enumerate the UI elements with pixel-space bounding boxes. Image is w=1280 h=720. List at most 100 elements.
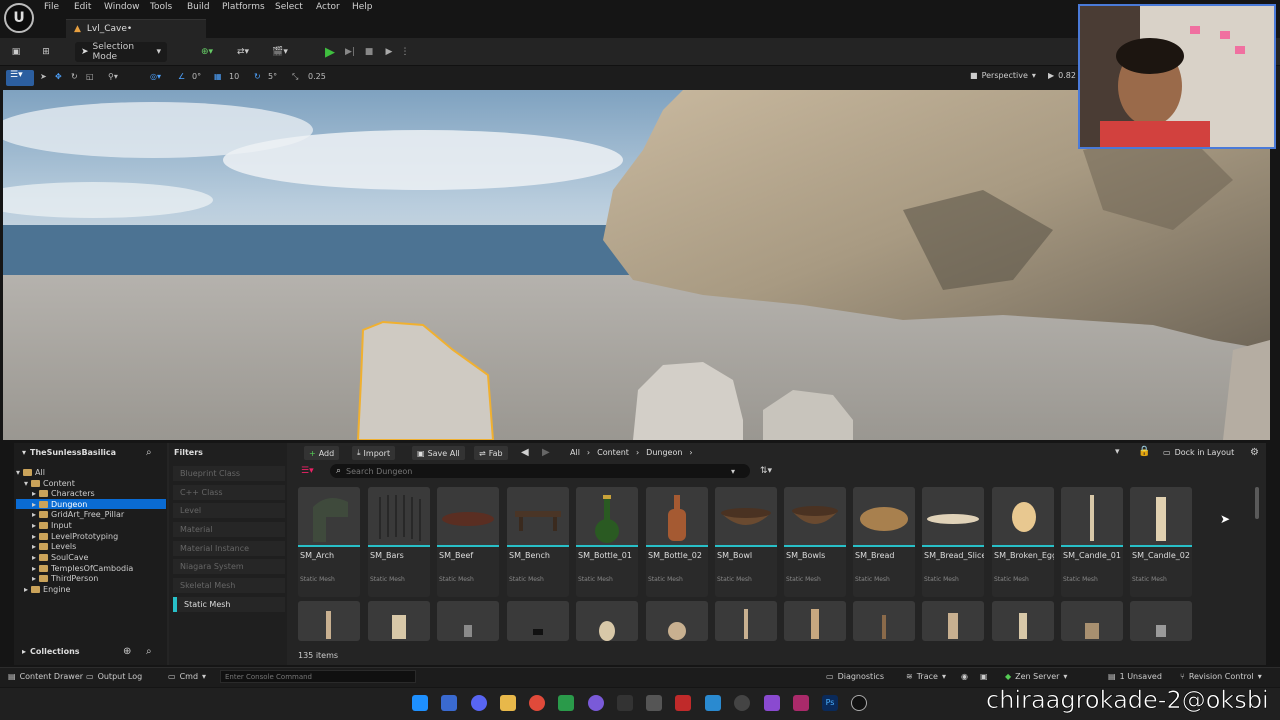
menu-platforms[interactable]: Platforms [222, 2, 265, 12]
diagnostics-button[interactable]: ▭ Diagnostics [826, 672, 884, 681]
asset-tile[interactable] [646, 601, 708, 641]
tree-item-levelprototyping[interactable]: ▸ LevelPrototyping [32, 531, 182, 541]
asset-tile[interactable] [922, 601, 984, 641]
asset-tile[interactable] [437, 601, 499, 641]
world-space-icon[interactable]: ◎▾ [150, 72, 161, 81]
search-box[interactable]: ⌕ ▾ [330, 464, 750, 478]
scale-snap-icon[interactable]: ⤡ [292, 72, 298, 82]
blueprint-icon[interactable]: ⇄▾ [230, 42, 256, 62]
asset-tile[interactable]: SM_Bottle_02 Static Mesh [646, 487, 708, 597]
rotate-tool-icon[interactable]: ↻ [71, 72, 78, 81]
tree-item-engine[interactable]: ▸ Engine [24, 584, 174, 594]
asset-tile[interactable] [368, 601, 430, 641]
filter-material-instance[interactable]: Material Instance [173, 541, 285, 556]
filter-level[interactable]: Level [173, 503, 285, 518]
app-icon[interactable] [734, 695, 750, 711]
unreal-icon[interactable] [851, 695, 867, 711]
camera-speed[interactable]: ▶ 0.82 [1048, 71, 1076, 80]
filter-cpp-class[interactable]: C++ Class [173, 485, 285, 500]
asset-tile[interactable] [853, 601, 915, 641]
discord-icon[interactable] [471, 695, 487, 711]
app-icon[interactable] [705, 695, 721, 711]
asset-tile[interactable]: SM_Bread Static Mesh [853, 487, 915, 597]
zen-server-dropdown[interactable]: ◆ Zen Server ▾ [1005, 672, 1067, 681]
filter-icon[interactable]: ☰▾ [301, 466, 314, 476]
record-icon[interactable]: ◉ [961, 672, 968, 681]
breadcrumb-dungeon[interactable]: Dungeon [646, 448, 682, 457]
console-command-input[interactable] [220, 670, 416, 683]
asset-tile[interactable]: SM_Bench Static Mesh [507, 487, 569, 597]
browse-icon[interactable]: ⊞ [36, 42, 56, 62]
step-icon[interactable]: ▶| [341, 42, 359, 62]
play-options-icon[interactable]: ⋮ [400, 42, 410, 62]
asset-tile[interactable] [507, 601, 569, 641]
filter-skeletal-mesh[interactable]: Skeletal Mesh [173, 578, 285, 593]
menu-tools[interactable]: Tools [150, 2, 172, 12]
asset-tile[interactable]: SM_Beef Static Mesh [437, 487, 499, 597]
app-icon[interactable] [646, 695, 662, 711]
scale-snap-value[interactable]: 0.25 [308, 72, 326, 81]
lock-icon[interactable]: 🔒 [1138, 446, 1150, 457]
breadcrumb-content[interactable]: Content [597, 448, 629, 457]
output-log-button[interactable]: ▭ Output Log [86, 672, 142, 681]
asset-scrollbar[interactable] [1255, 487, 1259, 519]
tree-item-soulcave[interactable]: ▸ SoulCave [32, 552, 182, 562]
tree-item-temples[interactable]: ▸ TemplesOfCambodia [32, 563, 182, 573]
menu-actor[interactable]: Actor [316, 2, 340, 12]
asset-tile[interactable]: SM_Bottle_01 Static Mesh [576, 487, 638, 597]
add-collection-icon[interactable]: ⊕ [123, 646, 131, 657]
snapshot-icon[interactable]: ▣ [980, 672, 988, 681]
selection-mode-button[interactable]: ➤ Selection Mode ▾ [75, 42, 167, 62]
search-icon[interactable]: ⌕ [146, 646, 152, 657]
tree-item-characters[interactable]: ▸ Characters [32, 488, 182, 498]
trace-dropdown[interactable]: ≋ Trace ▾ [906, 672, 946, 681]
cmd-dropdown[interactable]: ▭ Cmd ▾ [168, 672, 206, 681]
back-icon[interactable]: ◀ [521, 447, 529, 458]
tree-item-levels[interactable]: ▸ Levels [32, 541, 182, 551]
asset-tile[interactable]: SM_Bread_Slice Static Mesh [922, 487, 984, 597]
import-button[interactable]: ⤓ Import [352, 446, 396, 460]
filter-niagara-system[interactable]: Niagara System [173, 559, 285, 574]
scale-tool-icon[interactable]: ◱ [86, 72, 94, 81]
asset-tile[interactable] [1130, 601, 1192, 641]
menu-build[interactable]: Build [187, 2, 210, 12]
app-icon[interactable] [675, 695, 691, 711]
asset-tile[interactable] [992, 601, 1054, 641]
stop-icon[interactable]: ■ [361, 42, 377, 62]
menu-help[interactable]: Help [352, 2, 373, 12]
content-drawer-button[interactable]: ▤ Content Drawer [8, 672, 83, 681]
filter-material[interactable]: Material [173, 522, 285, 537]
angle-snap-icon[interactable]: ↻ [254, 72, 261, 81]
save-all-button[interactable]: ▣ Save All [412, 446, 465, 460]
unreal-logo-icon[interactable]: U [4, 3, 34, 33]
app-icon[interactable] [441, 695, 457, 711]
file-explorer-icon[interactable] [500, 695, 516, 711]
grid-snap-value[interactable]: 10 [229, 72, 239, 81]
menu-select[interactable]: Select [275, 2, 303, 12]
cinematics-icon[interactable]: 🎬▾ [266, 42, 294, 62]
grid-snap-icon[interactable]: ▦ [214, 72, 222, 81]
asset-tile[interactable]: SM_Broken_Egg Static Mesh [992, 487, 1054, 597]
tree-item-input[interactable]: ▸ Input [32, 520, 182, 530]
filter-static-mesh[interactable]: Static Mesh [173, 597, 285, 612]
asset-tile[interactable]: SM_Candle_02 Static Mesh [1130, 487, 1192, 597]
asset-tile[interactable]: SM_Bowl Static Mesh [715, 487, 777, 597]
app-icon[interactable] [793, 695, 809, 711]
angle-snap-value[interactable]: 5° [268, 72, 277, 81]
settings-icon[interactable]: ⚙ [1250, 447, 1259, 458]
tree-item-gridart[interactable]: ▸ GridArt_Free_Pillar [32, 509, 182, 519]
select-tool-icon[interactable]: ➤ [40, 72, 47, 81]
save-icon[interactable]: ▣ [8, 42, 24, 62]
asset-tile[interactable]: SM_Bowls Static Mesh [784, 487, 846, 597]
forward-icon[interactable]: ▶ [542, 447, 550, 458]
angle-icon[interactable]: ∠ [178, 72, 185, 81]
photoshop-icon[interactable]: Ps [822, 695, 838, 711]
asset-tile[interactable] [715, 601, 777, 641]
windows-start-icon[interactable] [412, 695, 428, 711]
tree-item-all[interactable]: ▾ All [16, 467, 166, 477]
asset-tile[interactable]: SM_Bars Static Mesh [368, 487, 430, 597]
filter-blueprint-class[interactable]: Blueprint Class [173, 466, 285, 481]
revision-control-dropdown[interactable]: ⑂ Revision Control ▾ [1180, 672, 1262, 681]
menu-file[interactable]: File [44, 2, 59, 12]
add-button[interactable]: + Add [304, 446, 340, 460]
